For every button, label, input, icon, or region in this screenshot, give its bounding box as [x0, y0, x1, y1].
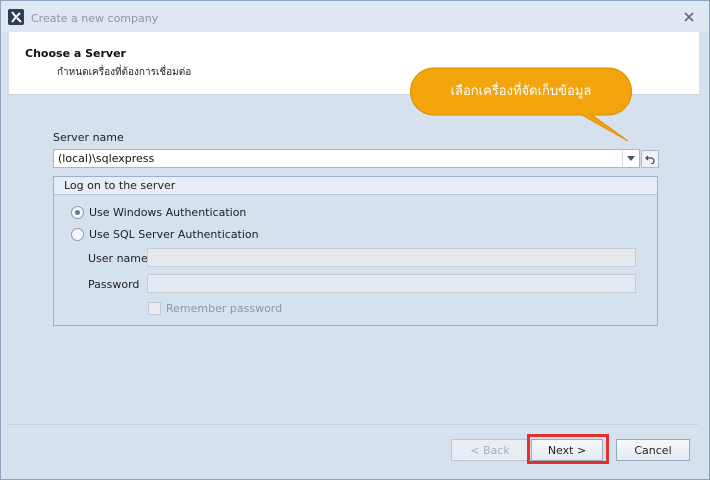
logon-group-header: Log on to the server — [54, 177, 657, 195]
back-button[interactable]: < Back — [451, 439, 529, 461]
sql-auth-label: Use SQL Server Authentication — [89, 228, 259, 241]
username-label: User name — [88, 252, 148, 265]
app-icon — [8, 9, 24, 25]
server-name-value: (local)\sqlexpress — [58, 152, 155, 165]
username-field[interactable] — [147, 248, 636, 267]
undo-icon — [645, 155, 655, 164]
remember-password-option[interactable]: Remember password — [148, 302, 282, 315]
page-subtitle: กำหนดเครื่องที่ต้องการเชื่อมต่อ — [57, 67, 192, 78]
page-title: Choose a Server — [25, 47, 126, 60]
password-label: Password — [88, 278, 140, 291]
sql-auth-option[interactable]: Use SQL Server Authentication — [71, 228, 259, 241]
windows-auth-option[interactable]: Use Windows Authentication — [71, 206, 246, 219]
close-button[interactable] — [682, 10, 696, 24]
chevron-down-icon — [627, 156, 635, 161]
close-icon — [684, 12, 694, 22]
logon-group-title: Log on to the server — [64, 179, 176, 192]
remember-password-label: Remember password — [166, 302, 283, 315]
server-name-combo[interactable]: (local)\sqlexpress — [53, 149, 640, 168]
windows-auth-radio[interactable] — [71, 206, 84, 219]
windows-auth-label: Use Windows Authentication — [89, 206, 247, 219]
sql-auth-radio[interactable] — [71, 228, 84, 241]
footer-divider — [8, 424, 698, 425]
next-button-highlight — [527, 434, 609, 464]
callout-bubble: เลือกเครื่องที่จัดเก็บข้อมูล — [410, 67, 632, 142]
server-name-label: Server name — [53, 131, 124, 144]
remember-password-checkbox[interactable] — [148, 302, 161, 315]
title-bar[interactable]: Create a new company — [1, 1, 709, 32]
refresh-server-button[interactable] — [641, 150, 659, 168]
callout-text: เลือกเครื่องที่จัดเก็บข้อมูล — [450, 84, 592, 99]
password-field[interactable] — [147, 274, 636, 293]
dropdown-button[interactable] — [622, 150, 639, 167]
cancel-button[interactable]: Cancel — [616, 439, 690, 461]
window-title: Create a new company — [31, 12, 159, 25]
